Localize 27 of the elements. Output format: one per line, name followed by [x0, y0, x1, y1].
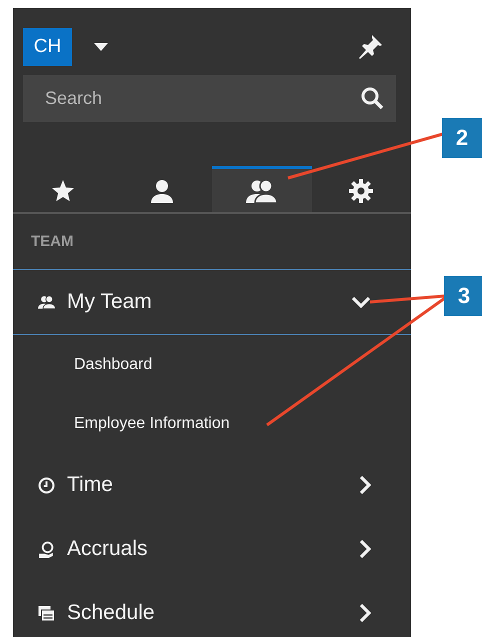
people-icon: [246, 178, 278, 202]
pin-icon[interactable]: [357, 34, 383, 60]
person-icon: [150, 178, 174, 202]
menu-item[interactable]: Accruals: [13, 517, 411, 581]
chevron-right-icon: [359, 475, 371, 495]
menu-item[interactable]: Schedule: [13, 581, 411, 637]
menu-item[interactable]: Time: [13, 453, 411, 517]
callout-number: 2: [442, 118, 482, 158]
chevron-right-icon: [359, 603, 371, 623]
user-avatar[interactable]: CH: [23, 28, 72, 66]
submenu-item[interactable]: Dashboard: [74, 356, 152, 374]
menu-item[interactable]: My Team: [13, 269, 411, 335]
caret-icon[interactable]: [94, 43, 108, 51]
search-icon[interactable]: [360, 86, 384, 110]
people-icon: [38, 295, 56, 309]
chevron-right-icon: [359, 539, 371, 559]
search-field[interactable]: Search: [23, 75, 396, 122]
chevron-down-icon: [351, 296, 371, 308]
clock-icon: [38, 476, 55, 494]
hand-coin-icon: [38, 540, 55, 558]
star-icon: [50, 180, 75, 202]
calendar-icon: [38, 605, 55, 621]
callout-number: 3: [444, 276, 482, 316]
section-label: TEAM: [31, 233, 74, 250]
tab[interactable]: [212, 166, 312, 212]
submenu-item[interactable]: Employee Information: [74, 414, 230, 432]
gear-icon: [349, 178, 374, 202]
